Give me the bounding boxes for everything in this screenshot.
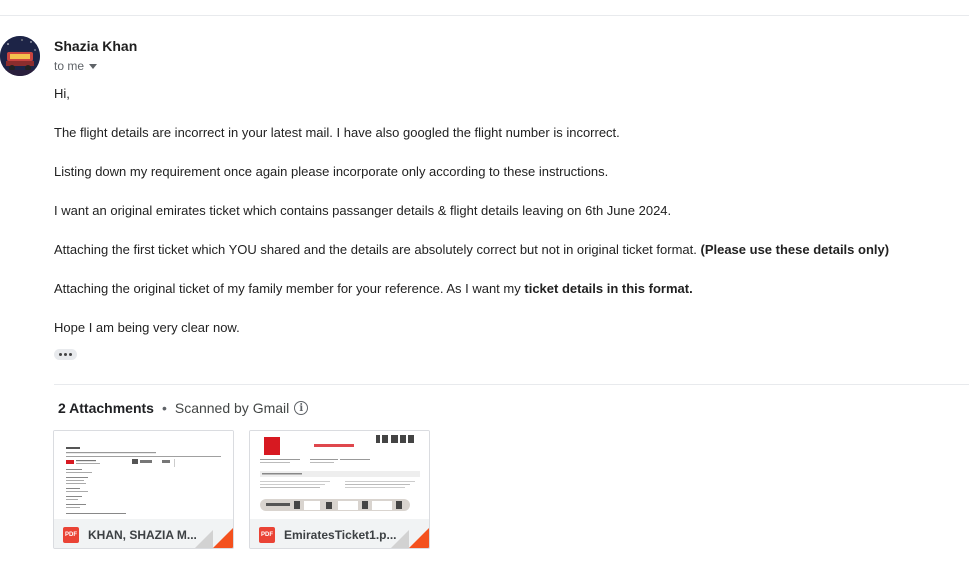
file-type-corner (409, 528, 429, 548)
attachment-filename: KHAN, SHAZIA M... (88, 527, 197, 542)
recipient-label: to me (54, 59, 85, 73)
attachments-header: 2 Attachments • Scanned by Gmail i (58, 400, 309, 416)
info-icon[interactable]: i (294, 401, 309, 415)
paragraph-4-text: Attaching the first ticket which YOU sha… (54, 242, 697, 257)
dot-icon (69, 353, 72, 356)
pdf-icon: PDF (63, 526, 79, 543)
document-preview-icon (250, 431, 429, 519)
dot-icon (64, 353, 67, 356)
dot-icon (59, 353, 62, 356)
file-type-corner (213, 528, 233, 548)
scan-status: Scanned by Gmail (174, 400, 290, 416)
paragraph-5-text: Attaching the original ticket of my fami… (54, 281, 521, 296)
attachments-divider (54, 384, 969, 385)
message-paragraph-3: I want an original emirates ticket which… (54, 203, 672, 218)
message-greeting: Hi, (54, 86, 70, 101)
avatar-image (0, 36, 40, 76)
show-trimmed-content-button[interactable] (54, 349, 77, 360)
attachment-thumbnail-1 (54, 431, 233, 519)
attachments-count: 2 Attachments (58, 400, 154, 416)
message-paragraph-2: Listing down my requirement once again p… (54, 164, 609, 179)
message-paragraph-5: Attaching the original ticket of my fami… (54, 281, 693, 297)
attachment-card-1[interactable]: PDF KHAN, SHAZIA M... (53, 430, 234, 549)
top-divider (0, 15, 969, 16)
paragraph-4-bold: (Please use these details only) (700, 242, 890, 257)
attachment-thumbnail-2 (250, 431, 429, 519)
paragraph-5-bold: ticket details in this format. (524, 281, 693, 296)
chevron-down-icon (89, 63, 98, 69)
attachment-filename: EmiratesTicket1.p... (284, 527, 397, 542)
attachment-card-2[interactable]: PDF EmiratesTicket1.p... (249, 430, 430, 549)
pdf-icon: PDF (259, 526, 275, 543)
document-preview-icon (54, 431, 233, 519)
page-fold (195, 530, 213, 548)
page-fold (391, 530, 409, 548)
message-paragraph-4: Attaching the first ticket which YOU sha… (54, 242, 889, 258)
avatar[interactable] (0, 36, 40, 76)
recipient-details-toggle[interactable]: to me (54, 59, 98, 73)
separator: • (161, 400, 167, 416)
message-paragraph-1: The flight details are incorrect in your… (54, 125, 620, 140)
sender-name[interactable]: Shazia Khan (54, 38, 137, 54)
message-paragraph-6: Hope I am being very clear now. (54, 320, 240, 335)
